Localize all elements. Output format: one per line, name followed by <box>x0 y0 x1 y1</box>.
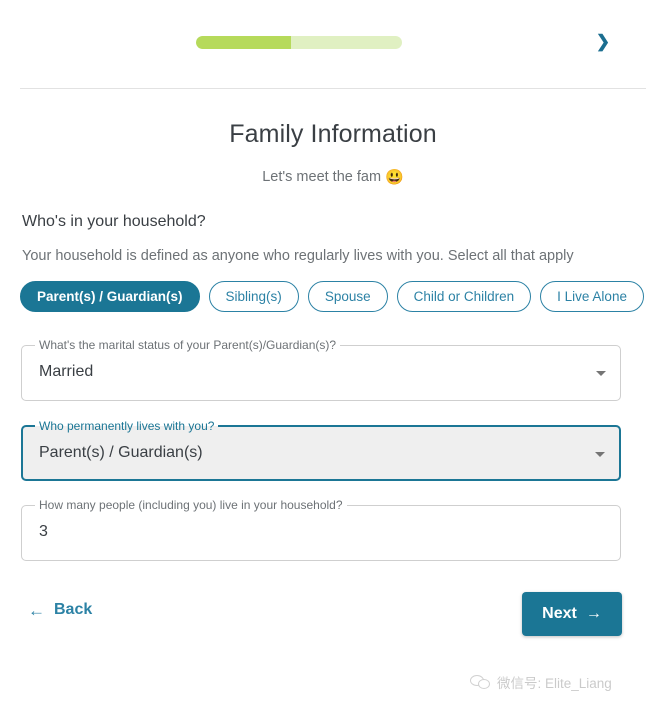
onboarding-progress-track <box>196 36 402 49</box>
arrow-right-icon: → <box>585 605 602 622</box>
onboarding-progress-fill <box>196 36 291 49</box>
lives-with-label: Who permanently lives with you? <box>35 419 219 433</box>
wechat-watermark: 微信号: Elite_Liang <box>470 672 612 692</box>
header-divider <box>20 88 646 89</box>
page-title: Family Information <box>229 120 437 148</box>
household-chip-1[interactable]: Sibling(s) <box>208 281 299 312</box>
household-chip-0[interactable]: Parent(s) / Guardian(s) <box>20 281 200 312</box>
arrow-left-icon: ← <box>28 600 45 620</box>
next-button-label: Next <box>542 605 577 622</box>
chevron-down-icon[interactable] <box>596 371 606 376</box>
back-button-label: Back <box>54 601 93 618</box>
back-button[interactable]: ← Back <box>28 601 92 619</box>
page-subtitle: Let's meet the fam 😃 <box>0 168 666 186</box>
page-subtitle-text: Let's meet the fam <box>262 169 382 185</box>
wechat-watermark-text: 微信号: Elite_Liang <box>497 676 612 691</box>
grinning-face-emoji-icon: 😃 <box>385 169 404 186</box>
top-progress-bar: ❯ <box>0 0 666 88</box>
household-chip-2[interactable]: Spouse <box>307 281 388 312</box>
household-members-chip-group: Parent(s) / Guardian(s) Sibling(s) Spouse C… <box>20 281 644 312</box>
chevron-right-icon[interactable]: ❯ <box>592 31 614 53</box>
household-chip-4[interactable]: I Live Alone <box>540 281 644 312</box>
marital-status-value: Married <box>39 363 94 380</box>
wechat-icon <box>470 674 490 690</box>
household-question-help-text: Your household is defined as anyone who … <box>22 248 574 264</box>
lives-with-value: Parent(s) / Guardian(s) <box>39 444 203 461</box>
household-question-label: Who's in your household? <box>22 213 206 230</box>
lives-with-select[interactable]: Who permanently lives with you? Parent(s… <box>21 419 621 481</box>
household-chip-3[interactable]: Child or Children <box>396 281 532 312</box>
household-size-value: 3 <box>39 523 48 540</box>
marital-status-select[interactable]: What's the marital status of your Parent… <box>21 338 621 401</box>
household-size-label: How many people (including you) live in … <box>35 498 347 512</box>
marital-status-label: What's the marital status of your Parent… <box>35 338 341 352</box>
chevron-down-icon[interactable] <box>595 452 605 457</box>
next-button[interactable]: Next → <box>522 592 622 636</box>
household-size-input[interactable]: How many people (including you) live in … <box>21 498 621 561</box>
